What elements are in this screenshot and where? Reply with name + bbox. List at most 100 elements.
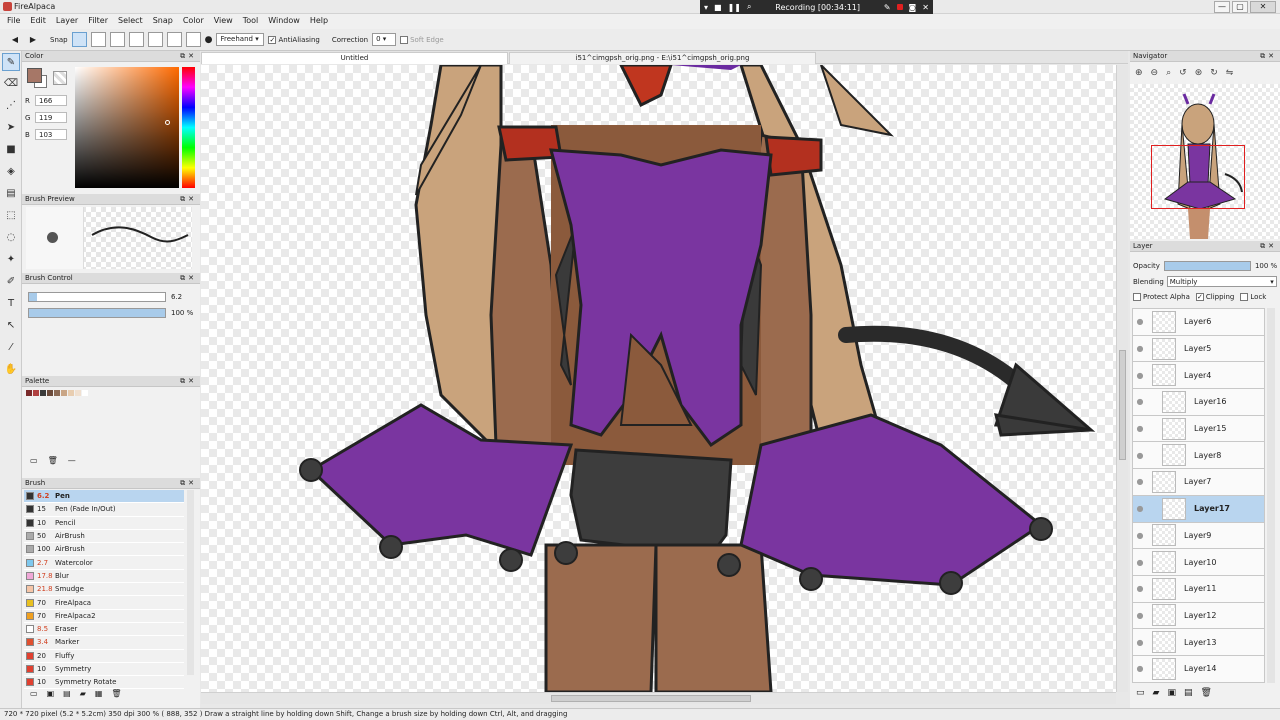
correction-select[interactable]: 0 ▾ — [372, 33, 397, 46]
foreground-color-swatch[interactable] — [27, 68, 42, 83]
brush-item[interactable]: 70 FireAlpaca2 — [24, 610, 184, 623]
recording-search-icon[interactable]: ⌕ — [747, 2, 751, 12]
visibility-icon[interactable]: ● — [1135, 611, 1145, 620]
palette-swatch[interactable] — [75, 390, 81, 396]
horizontal-scrollbar[interactable] — [201, 692, 1116, 704]
visibility-icon[interactable]: ● — [1135, 424, 1145, 433]
close-icon[interactable]: ✕ — [188, 377, 197, 385]
maximize-button[interactable]: ▢ — [1232, 1, 1248, 13]
visibility-icon[interactable]: ● — [1135, 397, 1145, 406]
float-icon[interactable]: ⧉ — [1260, 242, 1268, 250]
delete-palette-icon[interactable]: 🗑 — [48, 456, 58, 465]
palette-swatch[interactable] — [40, 390, 46, 396]
brush-item[interactable]: 21.8 Smudge — [24, 583, 184, 597]
menu-file[interactable]: File — [2, 14, 25, 29]
operation-tool-icon[interactable]: ↖ — [2, 317, 20, 335]
visibility-icon[interactable]: ● — [1135, 317, 1145, 326]
recording-camera-icon[interactable]: ◙ — [909, 3, 917, 12]
brush-item[interactable]: 17.8 Blur — [24, 570, 184, 584]
menu-filter[interactable]: Filter — [83, 14, 113, 29]
vertical-scroll-thumb[interactable] — [1119, 350, 1126, 460]
delete-layer-icon[interactable]: 🗑 — [1200, 688, 1211, 698]
duplicate-brush-icon[interactable]: ▣ — [47, 689, 55, 698]
layer-row[interactable]: ● Layer4 — [1132, 362, 1265, 390]
recording-menu-icon[interactable]: ▾ — [704, 3, 708, 12]
palette-swatch[interactable] — [68, 390, 74, 396]
snap-radial-icon[interactable] — [128, 32, 144, 47]
recording-stop-icon[interactable]: ■ — [714, 3, 722, 12]
brush-item[interactable]: 8.5 Eraser — [24, 623, 184, 637]
float-icon[interactable]: ⧉ — [180, 195, 188, 203]
layer-row[interactable]: ● Layer8 — [1132, 442, 1265, 470]
layer-row[interactable]: ● Layer11 — [1132, 575, 1265, 603]
next-icon[interactable]: ▶ — [26, 33, 40, 47]
menu-edit[interactable]: Edit — [25, 14, 51, 29]
visibility-icon[interactable]: ● — [1135, 558, 1145, 567]
layer-row[interactable]: ● Layer9 — [1132, 522, 1265, 550]
menu-color[interactable]: Color — [178, 14, 209, 29]
palette-menu-icon[interactable]: — — [68, 456, 76, 465]
rotate-left-icon[interactable]: ↺ — [1179, 68, 1187, 78]
close-button[interactable]: ✕ — [1250, 1, 1276, 13]
brush-tool-icon[interactable]: ✎ — [2, 53, 20, 71]
visibility-icon[interactable]: ● — [1135, 451, 1145, 460]
brush-item[interactable]: 10 Pencil — [24, 517, 184, 530]
snap-parallel-icon[interactable] — [90, 32, 106, 47]
new-brush-icon[interactable]: ▭ — [30, 689, 38, 698]
new-folder-icon[interactable]: ▰ — [1153, 688, 1160, 698]
brush-size-slider[interactable] — [28, 292, 166, 302]
visibility-icon[interactable]: ● — [1135, 584, 1145, 593]
float-icon[interactable]: ⧉ — [180, 377, 188, 385]
float-icon[interactable]: ⧉ — [1260, 52, 1268, 60]
lasso-tool-icon[interactable]: ◌ — [2, 229, 20, 247]
menu-tool[interactable]: Tool — [238, 14, 264, 29]
snap-settings-icon[interactable] — [185, 32, 201, 47]
layer-row[interactable]: ● Layer14 — [1132, 655, 1265, 683]
layer-row[interactable]: ● Layer7 — [1132, 469, 1265, 496]
palette-swatch[interactable] — [82, 390, 88, 396]
brush-opacity-slider[interactable] — [28, 308, 166, 318]
softedge-toggle[interactable]: Soft Edge — [400, 35, 444, 44]
menu-window[interactable]: Window — [263, 14, 305, 29]
lock-toggle[interactable]: Lock — [1240, 293, 1266, 301]
brush-item[interactable]: 20 Fluffy — [24, 650, 184, 663]
duplicate-layer-icon[interactable]: ▣ — [1167, 688, 1176, 698]
float-icon[interactable]: ⧉ — [180, 479, 188, 487]
zoom-in-icon[interactable]: ⊕ — [1135, 68, 1143, 78]
layer-row[interactable]: ● Layer12 — [1132, 602, 1265, 630]
visibility-icon[interactable]: ● — [1135, 531, 1145, 540]
layer-row[interactable]: ● Layer16 — [1132, 389, 1265, 416]
brush-item[interactable]: 15 Pen (Fade In/Out) — [24, 503, 184, 517]
brush-item[interactable]: 6.2 Pen — [24, 490, 184, 504]
hand-tool-icon[interactable]: ✋ — [2, 361, 20, 379]
zoom-out-icon[interactable]: ⊖ — [1151, 68, 1159, 78]
float-icon[interactable]: ⧉ — [180, 52, 188, 60]
visibility-icon[interactable]: ● — [1135, 504, 1145, 513]
zoom-fit-icon[interactable]: ⌕ — [1166, 68, 1171, 78]
rectangle-tool-icon[interactable]: ■ — [2, 141, 20, 159]
hue-slider[interactable] — [182, 67, 195, 188]
close-icon[interactable]: ✕ — [188, 479, 197, 487]
antialiasing-toggle[interactable]: ✓ AntiAliasing — [268, 35, 320, 44]
layer-row[interactable]: ● Layer13 — [1132, 629, 1265, 656]
canvas[interactable] — [201, 65, 1116, 692]
float-icon[interactable]: ⧉ — [180, 274, 188, 282]
dropper-tool-icon[interactable]: ⁄ — [2, 339, 20, 357]
snap-circle-icon[interactable] — [147, 32, 163, 47]
close-icon[interactable]: ✕ — [1268, 52, 1277, 60]
g-input[interactable]: 119 — [35, 112, 67, 123]
protect-alpha-toggle[interactable]: Protect Alpha — [1133, 293, 1190, 301]
snap-curve-icon[interactable] — [166, 32, 182, 47]
saturation-value-picker[interactable] — [75, 67, 179, 188]
r-input[interactable]: 166 — [35, 95, 67, 106]
recording-pen-icon[interactable]: ✎ — [884, 3, 891, 12]
navigator-viewport-rect[interactable] — [1151, 145, 1245, 209]
navigator-preview[interactable] — [1130, 84, 1280, 239]
menu-view[interactable]: View — [209, 14, 238, 29]
mode-select[interactable]: Freehand ▾ — [216, 33, 265, 46]
select-pen-icon[interactable]: ✐ — [2, 273, 20, 291]
brush-item[interactable]: 70 FireAlpaca — [24, 596, 184, 610]
dot-tool-icon[interactable]: ⋰ — [2, 97, 20, 115]
horizontal-scroll-thumb[interactable] — [551, 695, 751, 702]
minimize-button[interactable]: — — [1214, 1, 1230, 13]
